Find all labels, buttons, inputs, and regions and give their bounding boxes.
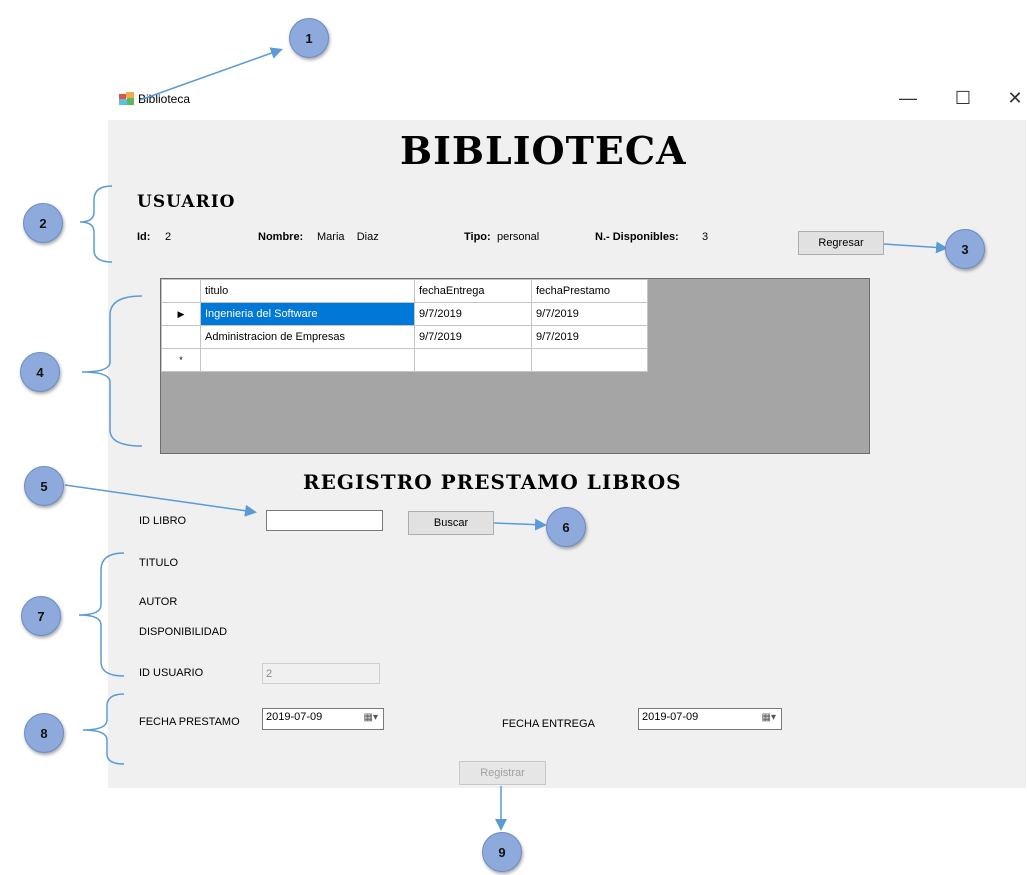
cell-titulo[interactable]: Administracion de Empresas <box>200 325 415 349</box>
cell-titulo[interactable]: Ingenieria del Software <box>200 302 415 326</box>
disponibles-value: 3 <box>702 231 709 243</box>
disponibilidad-label: DISPONIBILIDAD <box>139 626 228 638</box>
callout-5: 5 <box>24 466 64 506</box>
new-cell-fecha-entrega[interactable] <box>414 348 532 372</box>
callout-1: 1 <box>289 18 329 58</box>
new-cell-fecha-prestamo[interactable] <box>531 348 648 372</box>
new-row[interactable]: * <box>161 348 648 372</box>
calendar-dropdown-icon[interactable]: ▦▾ <box>364 712 378 723</box>
buscar-button[interactable]: Buscar <box>408 511 494 535</box>
loans-table: titulo fechaEntrega fechaPrestamo ▶ Inge… <box>161 279 648 372</box>
window-title: Biblioteca <box>138 92 191 106</box>
callout-9: 9 <box>482 832 522 872</box>
fecha-prestamo-picker[interactable]: 2019-07-09 ▦▾ <box>262 708 384 730</box>
id-libro-label: ID LIBRO <box>139 515 187 527</box>
callout-7: 7 <box>21 596 61 636</box>
fecha-entrega-value: 2019-07-09 <box>642 711 699 723</box>
id-value: 2 <box>165 231 172 243</box>
nombre-label: Nombre: <box>258 231 304 243</box>
cell-fecha-entrega[interactable]: 9/7/2019 <box>414 302 532 326</box>
usuario-section-title: USUARIO <box>137 192 236 212</box>
nombre-value: Maria Diaz <box>317 231 379 243</box>
column-header-fecha-prestamo[interactable]: fechaPrestamo <box>531 279 648 303</box>
grid-corner-cell <box>161 279 201 303</box>
column-header-titulo[interactable]: titulo <box>200 279 415 303</box>
id-label: Id: <box>137 231 151 243</box>
table-row[interactable]: ▶ Ingenieria del Software 9/7/2019 9/7/2… <box>161 302 648 326</box>
page-title: BIBLIOTECA <box>400 128 687 173</box>
regresar-button[interactable]: Regresar <box>798 231 884 255</box>
id-libro-input[interactable] <box>266 510 383 531</box>
fecha-prestamo-label: FECHA PRESTAMO <box>139 716 240 728</box>
fecha-entrega-picker[interactable]: 2019-07-09 ▦▾ <box>638 708 782 730</box>
callout-3: 3 <box>945 229 985 269</box>
table-row[interactable]: Administracion de Empresas 9/7/2019 9/7/… <box>161 325 648 349</box>
loans-grid[interactable]: titulo fechaEntrega fechaPrestamo ▶ Inge… <box>160 278 870 454</box>
maximize-button[interactable]: ☐ <box>948 84 978 112</box>
disponibles-label: N.- Disponibles: <box>595 231 679 243</box>
registro-section-title: REGISTRO PRESTAMO LIBROS <box>303 470 682 494</box>
tipo-value: personal <box>497 231 540 243</box>
callout-6: 6 <box>546 507 586 547</box>
callout-8: 8 <box>24 713 64 753</box>
minimize-button[interactable]: — <box>893 84 923 112</box>
row-selector-icon[interactable]: ▶ <box>161 302 201 326</box>
grid-header-row: titulo fechaEntrega fechaPrestamo <box>161 279 648 303</box>
registrar-button[interactable]: Registrar <box>459 761 546 785</box>
id-usuario-input[interactable] <box>262 663 380 684</box>
calendar-dropdown-icon[interactable]: ▦▾ <box>762 712 776 723</box>
tipo-label: Tipo: <box>464 231 491 243</box>
callout-4: 4 <box>20 352 60 392</box>
autor-label: AUTOR <box>139 596 178 608</box>
new-cell-titulo[interactable] <box>200 348 415 372</box>
id-usuario-label: ID USUARIO <box>139 667 204 679</box>
new-row-marker-icon[interactable]: * <box>161 348 201 372</box>
app-icon <box>119 92 134 105</box>
close-button[interactable]: ✕ <box>1000 84 1027 112</box>
cell-fecha-prestamo[interactable]: 9/7/2019 <box>531 302 648 326</box>
cell-fecha-prestamo[interactable]: 9/7/2019 <box>531 325 648 349</box>
cell-fecha-entrega[interactable]: 9/7/2019 <box>414 325 532 349</box>
row-selector[interactable] <box>161 325 201 349</box>
callout-2: 2 <box>23 203 63 243</box>
fecha-entrega-label: FECHA ENTREGA <box>502 718 595 730</box>
form-area <box>108 120 1026 788</box>
titulo-label: TITULO <box>139 557 179 569</box>
column-header-fecha-entrega[interactable]: fechaEntrega <box>414 279 532 303</box>
fecha-prestamo-value: 2019-07-09 <box>266 711 323 723</box>
